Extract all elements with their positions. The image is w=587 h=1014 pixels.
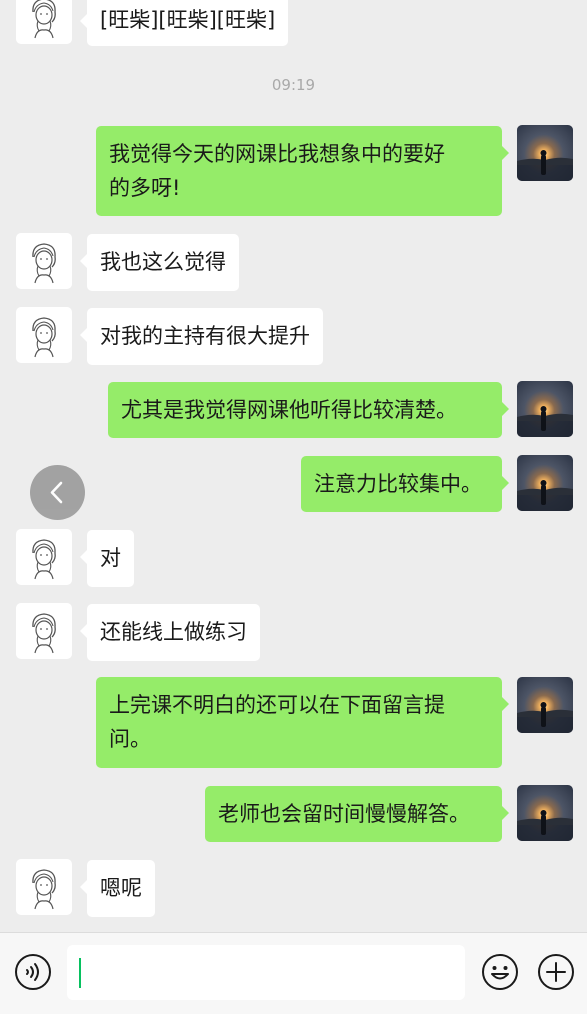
message-text-line: 上完课不明白的还可以在下面留言提	[109, 693, 445, 717]
message-bubble-outgoing[interactable]: 尤其是我觉得网课他听得比较清楚。	[108, 382, 509, 438]
back-button[interactable]	[30, 465, 85, 520]
chat-area[interactable]: [旺柴][旺柴][旺柴] 09:19 我觉得今天的网课比我想象中的要好 的多呀!…	[0, 0, 587, 932]
message-timestamp: 09:19	[271, 76, 316, 94]
message-text: 嗯呢	[100, 876, 142, 900]
message-bubble-incoming[interactable]: 嗯呢	[80, 860, 155, 917]
voice-button[interactable]	[14, 953, 52, 991]
message-bubble-incoming[interactable]: 还能线上做练习	[80, 604, 260, 661]
plus-icon	[538, 954, 574, 990]
my-avatar[interactable]	[517, 455, 573, 511]
message-text: 老师也会留时间慢慢解答。	[218, 802, 470, 826]
message-text: 我也这么觉得	[100, 250, 226, 274]
chevron-left-icon	[50, 481, 63, 504]
more-button[interactable]	[537, 953, 575, 991]
contact-avatar[interactable]	[16, 233, 72, 289]
contact-avatar[interactable]	[16, 307, 72, 363]
message-bubble-outgoing[interactable]: 注意力比较集中。	[301, 456, 509, 512]
emoji-icon	[482, 954, 518, 990]
text-cursor	[79, 958, 81, 988]
message-bubble-incoming[interactable]: 我也这么觉得	[80, 234, 239, 291]
message-text: 对我的主持有很大提升	[100, 324, 310, 348]
my-avatar[interactable]	[517, 381, 573, 437]
message-text: 注意力比较集中。	[314, 472, 482, 496]
message-bubble-outgoing[interactable]: 我觉得今天的网课比我想象中的要好 的多呀!	[96, 126, 509, 216]
message-input[interactable]	[67, 945, 465, 1000]
input-bar	[0, 932, 587, 1014]
message-text-line: 问。	[109, 727, 151, 751]
message-text: 尤其是我觉得网课他听得比较清楚。	[121, 398, 457, 422]
message-bubble-incoming[interactable]: 对	[80, 530, 134, 587]
message-bubble-outgoing[interactable]: 上完课不明白的还可以在下面留言提 问。	[96, 677, 509, 768]
contact-avatar[interactable]	[16, 0, 72, 44]
my-avatar[interactable]	[517, 785, 573, 841]
emoji-button[interactable]	[481, 953, 519, 991]
message-text: [旺柴][旺柴][旺柴]	[100, 8, 276, 32]
my-avatar[interactable]	[517, 677, 573, 733]
voice-icon	[15, 954, 51, 990]
message-text: 还能线上做练习	[100, 620, 247, 644]
message-text-line: 我觉得今天的网课比我想象中的要好	[109, 142, 445, 166]
message-bubble-outgoing[interactable]: 老师也会留时间慢慢解答。	[205, 786, 509, 842]
contact-avatar[interactable]	[16, 529, 72, 585]
message-text: 对	[100, 546, 121, 570]
message-text-line: 的多呀!	[109, 176, 181, 200]
message-bubble-incoming[interactable]: [旺柴][旺柴][旺柴]	[79, 0, 289, 46]
my-avatar[interactable]	[517, 125, 573, 181]
contact-avatar[interactable]	[16, 859, 72, 915]
message-bubble-incoming[interactable]: 对我的主持有很大提升	[80, 308, 323, 365]
contact-avatar[interactable]	[16, 603, 72, 659]
